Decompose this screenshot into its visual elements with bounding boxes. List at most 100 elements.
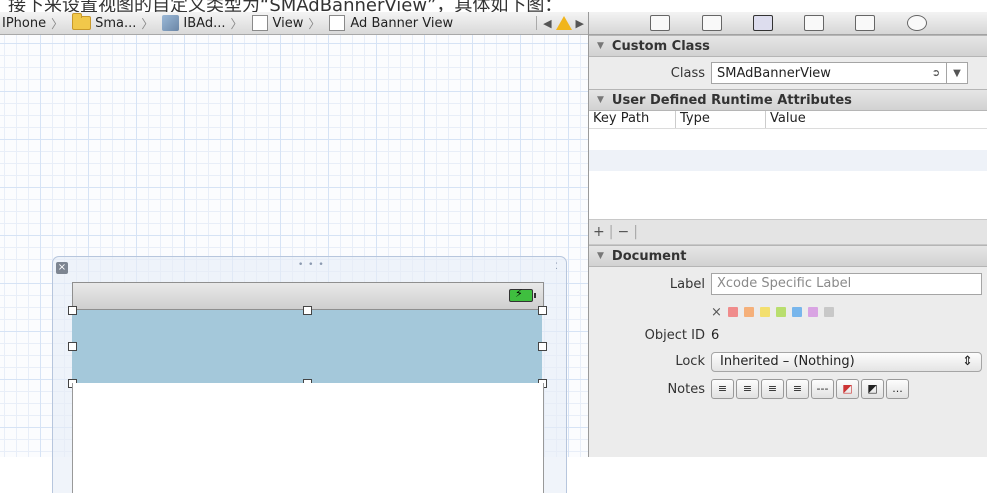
table-row[interactable] bbox=[589, 192, 987, 213]
custom-class-section-header[interactable]: ▼ Custom Class bbox=[589, 35, 987, 57]
color-swatch-red[interactable] bbox=[727, 307, 738, 317]
color-swatch-orange[interactable] bbox=[743, 307, 754, 317]
inspector-selector-bar bbox=[589, 12, 987, 35]
class-label: Class bbox=[670, 65, 705, 81]
resize-handle[interactable] bbox=[538, 342, 547, 351]
add-attribute-button[interactable]: + bbox=[593, 224, 605, 240]
lock-value: Inherited – (Nothing) bbox=[720, 354, 855, 369]
document-section-header[interactable]: ▼ Document bbox=[589, 245, 987, 267]
align-left-icon[interactable]: ≡ bbox=[711, 379, 734, 399]
class-value[interactable]: SMAdBannerView bbox=[712, 66, 926, 81]
crumb-ad-banner-view[interactable]: Ad Banner View bbox=[327, 15, 455, 31]
class-combo-box[interactable]: SMAdBannerView ➲ ▼ bbox=[711, 62, 968, 84]
runtime-attributes-footer: + | − | bbox=[589, 220, 987, 245]
lock-label: Lock bbox=[675, 354, 705, 369]
jump-bar: IPhone 〉 Sma... 〉 IBAd... 〉 View 〉 Ad Ba… bbox=[0, 12, 588, 35]
color-swatch-purple[interactable] bbox=[807, 307, 818, 317]
color-swatch-yellow[interactable] bbox=[759, 307, 770, 317]
table-row[interactable] bbox=[589, 150, 987, 171]
resize-handle[interactable] bbox=[68, 342, 77, 351]
notes-row: Notes ≡ ≡ ≡ ≡ --- ◩ ◩ ... bbox=[589, 375, 987, 403]
line-style-icon[interactable]: --- bbox=[811, 379, 834, 399]
no-stroke-icon[interactable]: ◩ bbox=[861, 379, 884, 399]
no-fill-icon[interactable]: ◩ bbox=[836, 379, 859, 399]
crumb-label: IPhone bbox=[2, 15, 47, 31]
disclosure-triangle-icon[interactable]: ▼ bbox=[597, 95, 604, 105]
label-color-row: × bbox=[589, 301, 987, 323]
crumb-folder[interactable]: Sma... 〉 bbox=[70, 13, 160, 32]
notes-format-bar: ≡ ≡ ≡ ≡ --- ◩ ◩ ... bbox=[711, 379, 909, 399]
resize-corner-icon[interactable]: ⁚ bbox=[555, 262, 558, 272]
table-row[interactable] bbox=[589, 129, 987, 150]
chevron-right-icon: 〉 bbox=[141, 16, 154, 31]
folder-icon bbox=[72, 13, 92, 30]
view-controller-scene[interactable]: × • • • ⁚ ⚡ bbox=[52, 256, 567, 493]
go-to-class-icon[interactable]: ➲ bbox=[926, 63, 946, 83]
crumb-label: Ad Banner View bbox=[350, 15, 454, 31]
align-right-icon[interactable]: ≡ bbox=[761, 379, 784, 399]
label-label: Label bbox=[669, 276, 705, 292]
class-row: Class SMAdBannerView ➲ ▼ bbox=[589, 57, 987, 89]
crumb-label: View bbox=[272, 15, 304, 31]
size-inspector-icon[interactable] bbox=[855, 15, 876, 31]
connections-inspector-icon[interactable] bbox=[906, 15, 927, 31]
table-header: Key Path Type Value bbox=[589, 111, 987, 129]
table-row[interactable] bbox=[589, 171, 987, 192]
column-type[interactable]: Type bbox=[676, 111, 766, 128]
runtime-attributes-section-header[interactable]: ▼ User Defined Runtime Attributes bbox=[589, 89, 987, 111]
align-justify-icon[interactable]: ≡ bbox=[786, 379, 809, 399]
notes-label: Notes bbox=[667, 381, 705, 397]
crumb-label: Sma... bbox=[95, 15, 137, 31]
chevron-right-icon: 〉 bbox=[230, 16, 243, 31]
crumb-iphone[interactable]: IPhone 〉 bbox=[0, 15, 70, 32]
previous-issue-button[interactable]: ◀ bbox=[543, 17, 551, 30]
chevron-right-icon: 〉 bbox=[308, 16, 321, 31]
battery-icon: ⚡ bbox=[509, 287, 536, 302]
column-value[interactable]: Value bbox=[766, 111, 806, 128]
resize-handle[interactable] bbox=[68, 306, 77, 315]
xcode-label-field[interactable]: Xcode Specific Label bbox=[711, 273, 982, 295]
interface-builder-canvas[interactable]: × • • • ⁚ ⚡ bbox=[0, 35, 588, 493]
xib-icon bbox=[162, 15, 180, 31]
color-swatch-blue[interactable] bbox=[791, 307, 802, 317]
clear-color-icon[interactable]: × bbox=[711, 305, 722, 320]
column-key-path[interactable]: Key Path bbox=[589, 111, 676, 128]
quick-help-icon[interactable] bbox=[701, 15, 722, 31]
resize-handle[interactable] bbox=[538, 306, 547, 315]
close-icon[interactable]: × bbox=[56, 262, 68, 274]
chevron-down-icon[interactable]: ▼ bbox=[946, 63, 967, 83]
more-options-icon[interactable]: ... bbox=[886, 379, 909, 399]
color-swatch-gray[interactable] bbox=[823, 307, 834, 317]
resize-handle[interactable] bbox=[303, 306, 312, 315]
disclosure-triangle-icon[interactable]: ▼ bbox=[597, 251, 604, 261]
issue-navigator: ◀ ▶ bbox=[536, 16, 588, 30]
file-inspector-icon[interactable] bbox=[650, 15, 671, 31]
chevron-right-icon: 〉 bbox=[51, 16, 64, 31]
up-down-arrows-icon: ⇕ bbox=[962, 354, 973, 369]
label-color-picker: × bbox=[711, 305, 834, 320]
identity-inspector-icon[interactable] bbox=[752, 15, 773, 31]
object-id-row: Object ID 6 bbox=[589, 323, 987, 348]
view-icon bbox=[329, 15, 346, 31]
lock-popup[interactable]: Inherited – (Nothing) ⇕ bbox=[711, 351, 982, 372]
object-id-label: Object ID bbox=[644, 328, 705, 343]
color-swatch-green[interactable] bbox=[775, 307, 786, 317]
remove-attribute-button[interactable]: − bbox=[617, 224, 629, 240]
inspector-pane: ▼ Custom Class Class SMAdBannerView ➲ ▼ … bbox=[588, 12, 987, 457]
crumb-xib[interactable]: IBAd... 〉 bbox=[160, 15, 249, 32]
root-view[interactable] bbox=[72, 383, 544, 493]
object-id-value: 6 bbox=[711, 328, 720, 343]
ad-banner-view[interactable] bbox=[72, 310, 542, 383]
resize-grip-icon[interactable]: • • • bbox=[298, 260, 325, 270]
next-issue-button[interactable]: ▶ bbox=[576, 17, 584, 30]
crumb-view[interactable]: View 〉 bbox=[250, 15, 328, 32]
crumb-label: IBAd... bbox=[183, 15, 226, 31]
warning-icon[interactable] bbox=[555, 16, 572, 30]
lock-row: Lock Inherited – (Nothing) ⇕ bbox=[589, 348, 987, 375]
runtime-attributes-table[interactable]: Key Path Type Value bbox=[589, 111, 987, 220]
view-icon bbox=[251, 15, 268, 31]
document-label-row: Label Xcode Specific Label bbox=[589, 267, 987, 301]
align-center-icon[interactable]: ≡ bbox=[736, 379, 759, 399]
attributes-inspector-icon[interactable] bbox=[804, 15, 825, 31]
disclosure-triangle-icon[interactable]: ▼ bbox=[597, 41, 604, 51]
